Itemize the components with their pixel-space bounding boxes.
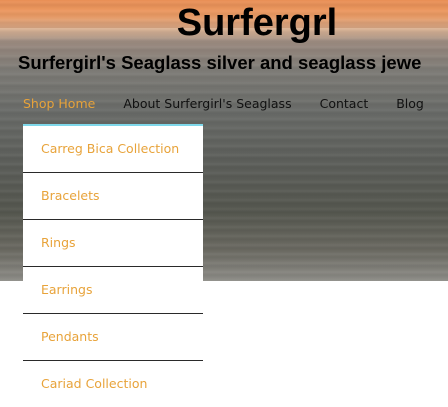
nav-item-about[interactable]: About Surfergirl's Seaglass <box>123 96 291 111</box>
nav-item-contact[interactable]: Contact <box>320 96 369 111</box>
page: Surfergrl Surfergirl's Seaglass silver a… <box>0 0 448 407</box>
main-navigation: Shop Home About Surfergirl's Seaglass Co… <box>23 92 448 114</box>
nav-item-shop-home[interactable]: Shop Home <box>23 96 95 111</box>
shop-dropdown-menu: Carreg Bica Collection Bracelets Rings E… <box>23 124 203 407</box>
dropdown-item-pendants[interactable]: Pendants <box>23 314 203 361</box>
dropdown-item-earrings[interactable]: Earrings <box>23 267 203 314</box>
dropdown-item-bracelets[interactable]: Bracelets <box>23 173 203 220</box>
site-title[interactable]: Surfergrl <box>0 0 448 46</box>
site-tagline: Surfergirl's Seaglass silver and seaglas… <box>18 52 422 73</box>
dropdown-item-cariad-collection[interactable]: Cariad Collection <box>23 361 203 407</box>
dropdown-item-carreg-bica-collection[interactable]: Carreg Bica Collection <box>23 126 203 173</box>
dropdown-item-rings[interactable]: Rings <box>23 220 203 267</box>
nav-item-blog[interactable]: Blog <box>396 96 424 111</box>
